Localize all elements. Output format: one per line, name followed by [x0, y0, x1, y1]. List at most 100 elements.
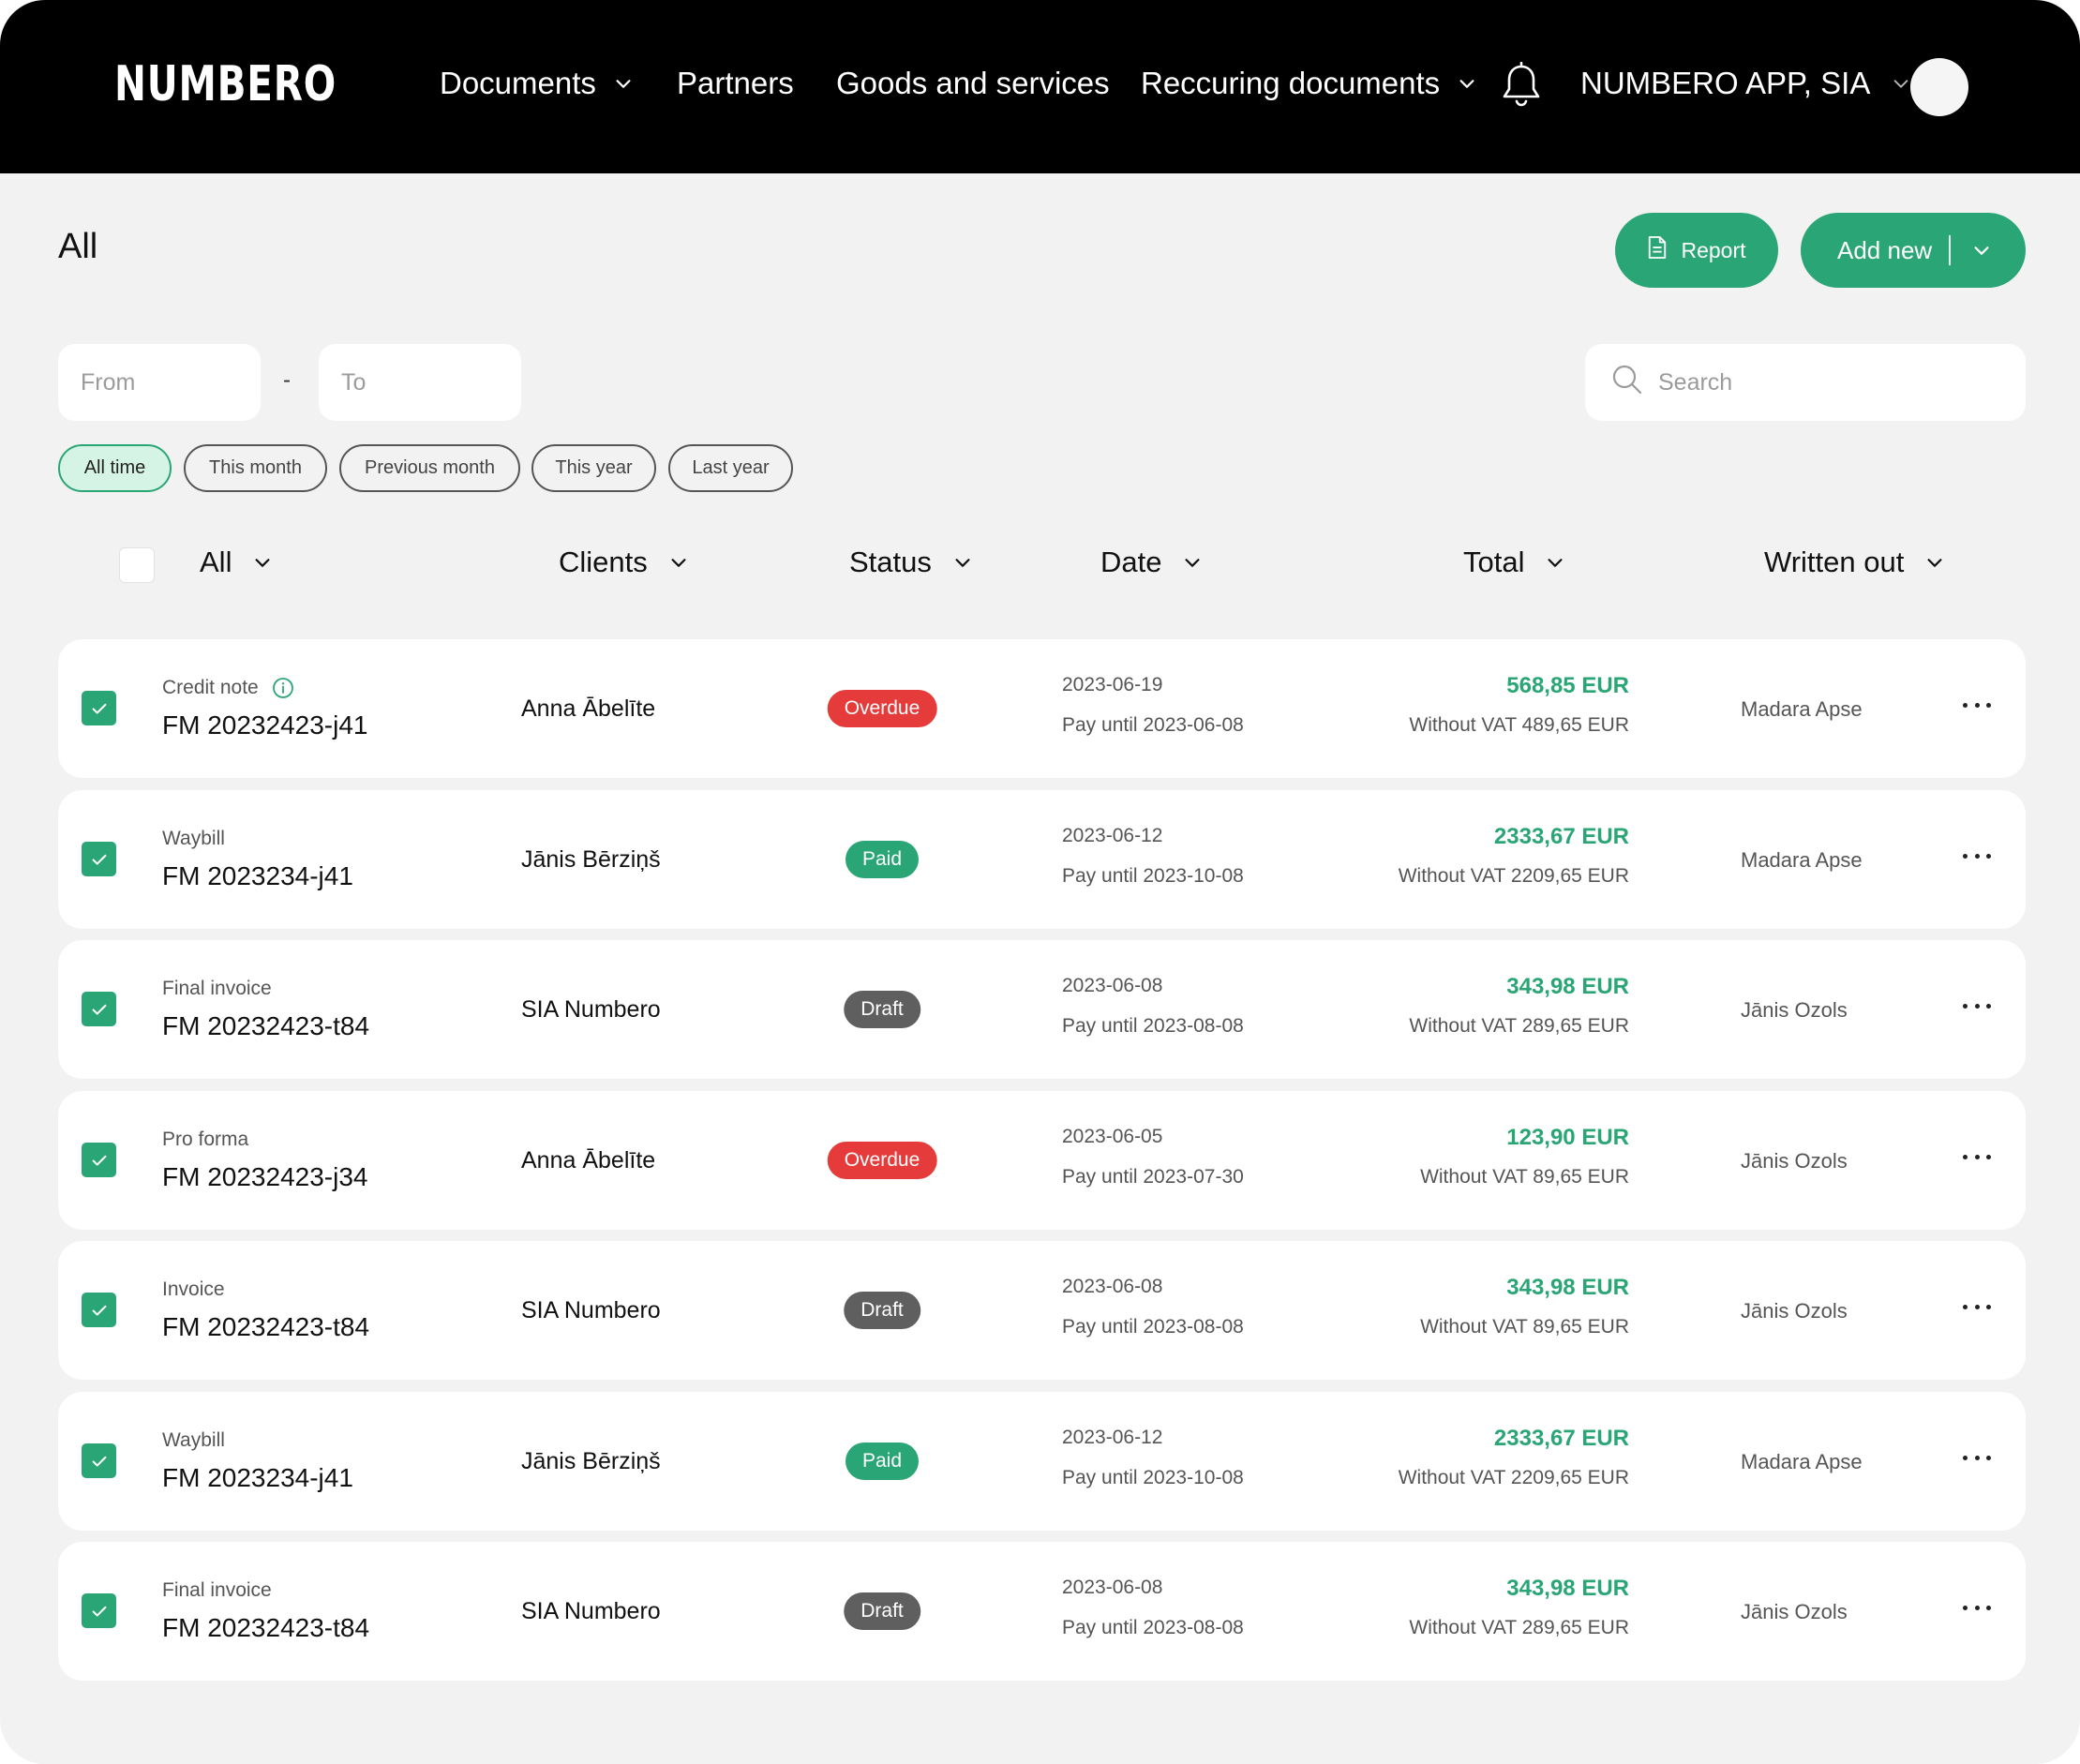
row-checkbox[interactable] [82, 691, 116, 725]
chip-this-month[interactable]: This month [184, 444, 327, 492]
app-logo[interactable]: NUMBERO [114, 56, 337, 112]
button-divider [1949, 235, 1952, 265]
nav-documents-label: Documents [440, 66, 596, 100]
amount-without-vat: Without VAT 89,65 EUR [1420, 1166, 1629, 1188]
more-icon[interactable] [1963, 1147, 1991, 1166]
header-status[interactable]: Status [849, 546, 973, 579]
document-number[interactable]: FM 20232423-t84 [162, 1312, 369, 1342]
chevron-down-icon [252, 552, 273, 573]
row-checkbox[interactable] [82, 1443, 116, 1478]
row-checkbox[interactable] [82, 1593, 116, 1628]
row-checkbox[interactable] [82, 1293, 116, 1327]
date-to-input[interactable]: To [319, 344, 521, 421]
header-status-label: Status [849, 546, 932, 578]
check-icon [89, 999, 110, 1020]
header-clients[interactable]: Clients [559, 546, 689, 579]
status-badge: Overdue [827, 1142, 937, 1179]
header-total-label: Total [1463, 546, 1525, 578]
amount-without-vat: Without VAT 289,65 EUR [1409, 1015, 1629, 1037]
total-amount: 343,98 EUR [1506, 974, 1629, 999]
chip-this-year[interactable]: This year [531, 444, 656, 492]
total-amount: 343,98 EUR [1506, 1576, 1629, 1601]
more-icon[interactable] [1963, 1448, 1991, 1467]
document-number[interactable]: FM 2023234-j41 [162, 861, 353, 891]
chip-previous-month[interactable]: Previous month [339, 444, 520, 492]
nav-goods-services[interactable]: Goods and services [836, 66, 1110, 101]
table-row[interactable]: Final invoice FM 20232423-t84 SIA Numbero D… [58, 940, 2026, 1079]
report-button-label: Report [1681, 237, 1746, 262]
chevron-down-icon [1545, 552, 1565, 573]
app-window: NUMBERO Documents Partners Goods and ser… [0, 0, 2080, 1764]
nav-recurring-documents[interactable]: Reccuring documents [1141, 66, 1477, 101]
document-type: Waybill [162, 828, 225, 850]
pay-until-date: Pay until 2023-10-08 [1062, 1467, 1244, 1488]
document-number[interactable]: FM 20232423-j41 [162, 710, 367, 740]
company-switcher[interactable]: NUMBERO APP, SIA [1580, 66, 1911, 101]
pay-until-date: Pay until 2023-08-08 [1062, 1617, 1244, 1638]
info-icon[interactable] [272, 677, 294, 699]
chevron-down-icon [1924, 552, 1945, 573]
chip-all-time[interactable]: All time [58, 444, 172, 492]
table-row[interactable]: Credit note FM 20232423-j41 Anna Ābelīte Ov… [58, 639, 2026, 778]
status-badge: Draft [844, 1292, 920, 1329]
document-date: 2023-06-19 [1062, 674, 1163, 695]
table-row[interactable]: Final invoice FM 20232423-t84 SIA Numbero D… [58, 1542, 2026, 1681]
document-icon [1647, 235, 1668, 265]
report-button[interactable]: Report [1615, 213, 1778, 288]
check-icon [89, 1451, 110, 1472]
table-row[interactable]: Invoice FM 20232423-t84 SIA Numbero Draft 20… [58, 1241, 2026, 1380]
chevron-down-icon [1457, 73, 1477, 94]
document-type: Pro forma [162, 1129, 248, 1151]
row-checkbox[interactable] [82, 842, 116, 876]
document-type-label: Final invoice [162, 1579, 272, 1601]
table-row[interactable]: Waybill FM 2023234-j41 Jānis Bērziņš Paid 20… [58, 1392, 2026, 1531]
header-all-label: All [200, 546, 232, 578]
total-amount: 568,85 EUR [1506, 673, 1629, 698]
chip-last-year[interactable]: Last year [668, 444, 793, 492]
written-out-by: Jānis Ozols [1741, 1149, 1848, 1173]
page-title: All [58, 227, 98, 266]
document-number[interactable]: FM 2023234-j41 [162, 1463, 353, 1493]
chevron-down-icon [952, 552, 973, 573]
select-all-checkbox[interactable] [119, 547, 155, 583]
more-icon[interactable] [1963, 695, 1991, 714]
header-date[interactable]: Date [1100, 546, 1203, 579]
date-from-input[interactable]: From [58, 344, 261, 421]
client-name: Jānis Bērziņš [521, 846, 661, 873]
nav-partners[interactable]: Partners [677, 66, 794, 101]
nav-documents[interactable]: Documents [440, 66, 634, 101]
document-number[interactable]: FM 20232423-t84 [162, 1011, 369, 1041]
pay-until-date: Pay until 2023-08-08 [1062, 1316, 1244, 1338]
client-name: SIA Numbero [521, 1297, 661, 1323]
add-new-button[interactable]: Add new [1801, 213, 2026, 288]
document-number[interactable]: FM 20232423-j34 [162, 1162, 367, 1192]
check-icon [89, 1601, 110, 1622]
more-icon[interactable] [1963, 1297, 1991, 1316]
table-row[interactable]: Waybill FM 2023234-j41 Jānis Bērziņš Paid 20… [58, 790, 2026, 929]
document-type-label: Invoice [162, 1278, 225, 1300]
header-all[interactable]: All [200, 546, 273, 579]
pay-until-date: Pay until 2023-07-30 [1062, 1166, 1244, 1188]
written-out-by: Jānis Ozols [1741, 1600, 1848, 1623]
more-icon[interactable] [1963, 846, 1991, 865]
search-icon [1611, 364, 1643, 402]
chevron-down-icon [668, 552, 689, 573]
header-total[interactable]: Total [1463, 546, 1565, 579]
document-type: Final invoice [162, 978, 272, 1000]
search-input[interactable]: Search [1585, 344, 2026, 421]
row-checkbox[interactable] [82, 1143, 116, 1177]
bell-icon[interactable] [1500, 61, 1543, 109]
more-icon[interactable] [1963, 1598, 1991, 1617]
document-number[interactable]: FM 20232423-t84 [162, 1613, 369, 1643]
document-type-label: Waybill [162, 1429, 225, 1451]
status-badge: Draft [844, 1592, 920, 1630]
chevron-down-icon[interactable] [1971, 240, 1992, 261]
header-written-out[interactable]: Written out [1764, 546, 1945, 579]
row-checkbox[interactable] [82, 992, 116, 1026]
table-row[interactable]: Pro forma FM 20232423-j34 Anna Ābelīte Over… [58, 1091, 2026, 1230]
written-out-by: Madara Apse [1741, 1450, 1863, 1473]
check-icon [89, 849, 110, 870]
avatar[interactable] [1910, 58, 1968, 116]
written-out-by: Jānis Ozols [1741, 1299, 1848, 1323]
more-icon[interactable] [1963, 996, 1991, 1015]
